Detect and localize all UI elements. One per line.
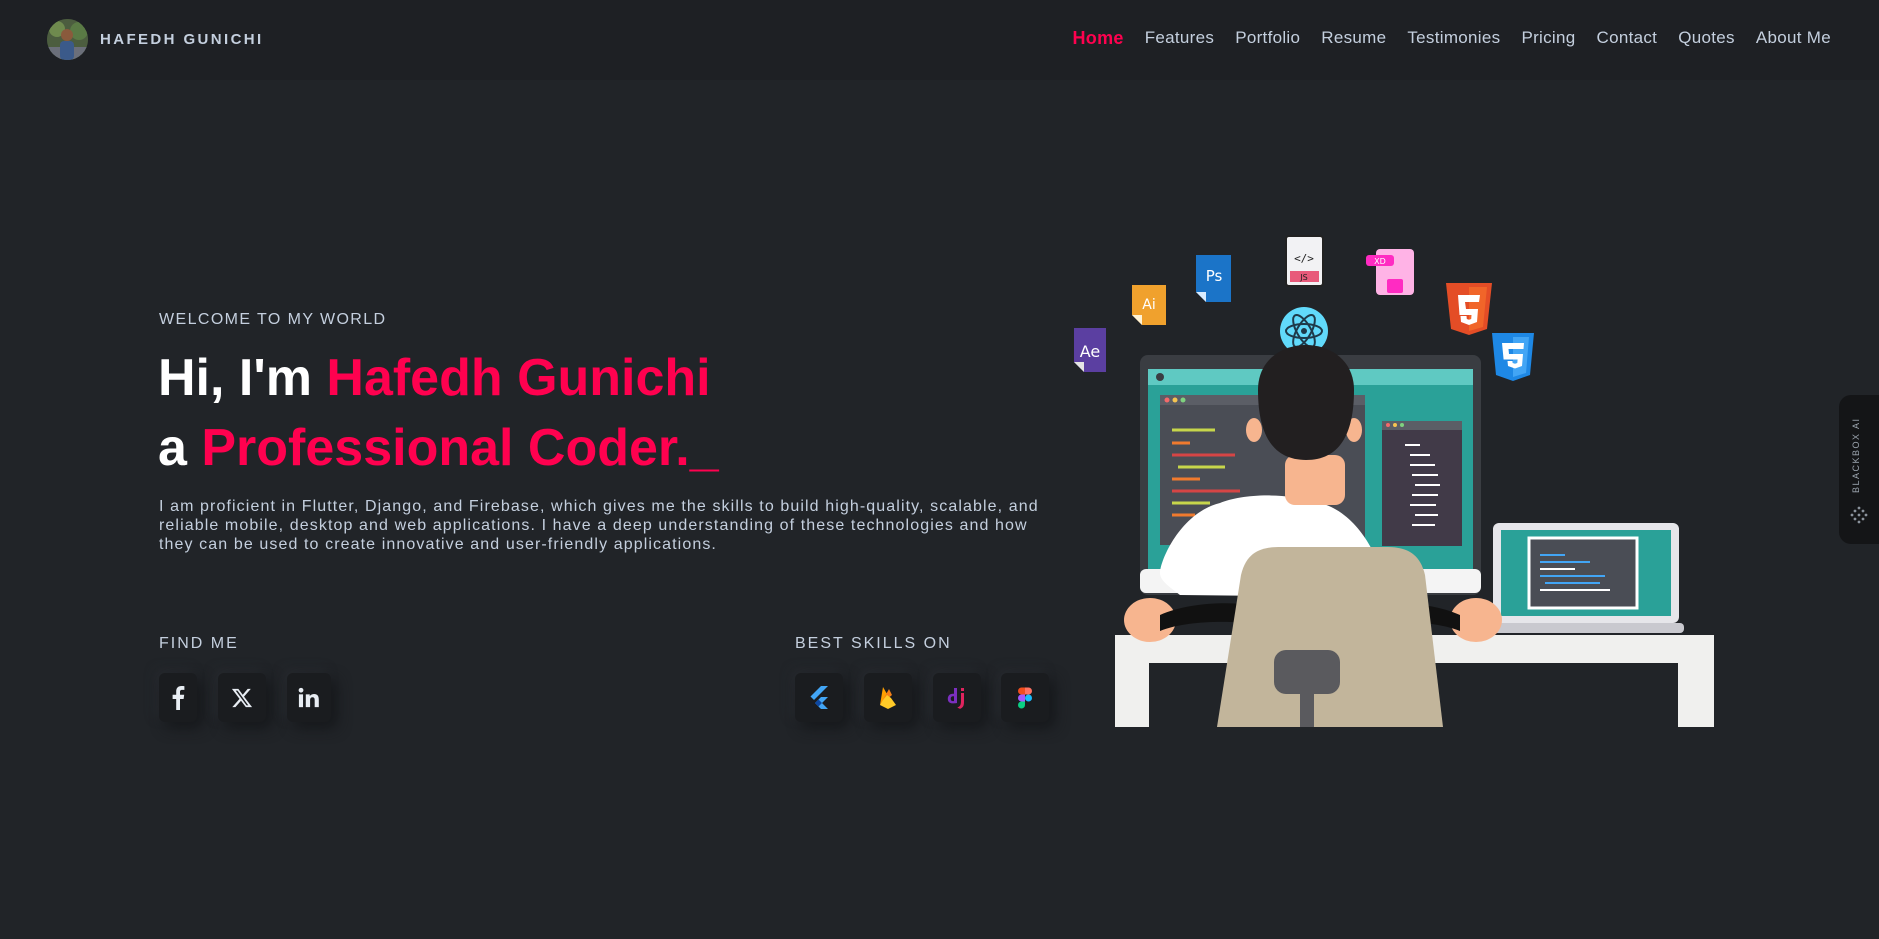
site-header: HAFEDH GUNICHI Home Features Portfolio R… [0,0,1879,80]
hero-heading-line2: a Professional Coder._ [158,418,719,478]
hero-description: I am proficient in Flutter, Django, and … [159,498,1039,553]
firebase-skill [864,673,912,722]
hero-heading-line1: Hi, I'm Hafedh Gunichi [158,348,711,408]
nav-resume[interactable]: Resume [1321,28,1386,49]
photoshop-icon: Ps [1196,255,1231,302]
svg-text:</>: </> [1294,252,1314,265]
brand-name: HAFEDH GUNICHI [100,31,264,48]
main-nav: Home Features Portfolio Resume Testimoni… [1072,28,1831,49]
linkedin-button[interactable] [287,673,331,722]
hero-illustration: Ae Ai Ps </> JS XD [1074,235,1714,727]
hero-article: a [158,419,202,477]
nav-portfolio[interactable]: Portfolio [1235,28,1300,49]
figma-icon [1018,687,1032,709]
css3-icon [1492,333,1534,381]
html5-icon [1446,283,1492,335]
avatar [47,19,88,60]
after-effects-icon: Ae [1074,328,1106,372]
firebase-icon [879,686,897,710]
blackbox-dots-icon [1850,506,1868,529]
hero-kicker: WELCOME TO MY WORLD [159,311,387,328]
facebook-button[interactable] [159,673,197,722]
svg-text:Ae: Ae [1080,342,1101,361]
nav-contact[interactable]: Contact [1597,28,1658,49]
svg-text:JS: JS [1299,273,1307,282]
facebook-icon [171,685,185,710]
nav-about-me[interactable]: About Me [1756,28,1831,49]
svg-text:Ai: Ai [1142,297,1155,313]
linkedin-icon [298,687,320,709]
figma-skill [1001,673,1049,722]
nav-features[interactable]: Features [1145,28,1215,49]
skills-label: BEST SKILLS ON [795,635,952,652]
nav-testimonies[interactable]: Testimonies [1407,28,1500,49]
hero-greeting: Hi, I'm [158,349,327,407]
django-skill [933,673,981,722]
adobe-xd-icon: XD [1366,249,1414,295]
nav-home[interactable]: Home [1072,28,1123,49]
find-me-label: FIND ME [159,635,239,652]
illustrator-icon: Ai [1132,285,1166,325]
x-twitter-button[interactable] [218,673,266,722]
blackbox-ai-label: BLACKBOX AI [1851,417,1861,493]
flutter-icon [809,685,829,710]
blackbox-ai-tab[interactable]: BLACKBOX AI [1839,395,1879,544]
svg-text:XD: XD [1374,257,1386,266]
django-icon [946,686,968,710]
hero-name: Hafedh Gunichi [326,349,711,407]
brand[interactable]: HAFEDH GUNICHI [47,19,264,60]
javascript-file-icon: </> JS [1285,235,1324,287]
nav-quotes[interactable]: Quotes [1678,28,1735,49]
svg-text:Ps: Ps [1206,267,1223,285]
hero-role: Professional Coder._ [201,419,719,477]
nav-pricing[interactable]: Pricing [1521,28,1575,49]
x-twitter-icon [231,687,253,709]
flutter-skill [795,673,843,722]
